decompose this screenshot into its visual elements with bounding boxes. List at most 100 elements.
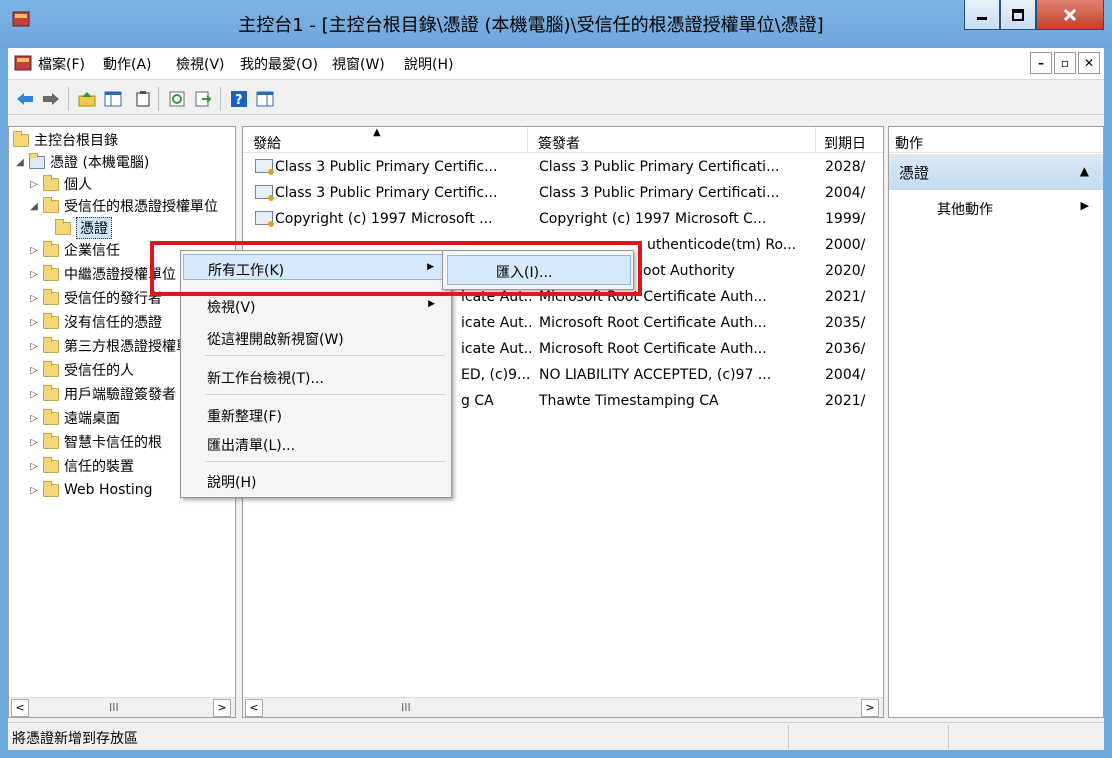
scroll-left-button[interactable]: <	[245, 699, 263, 717]
tree-item-enterprise-trust[interactable]: ▷ 企業信任	[27, 239, 120, 261]
table-row[interactable]: Class 3 Public Primary Certific... Class…	[243, 181, 883, 207]
tree-item-label: 憑證	[76, 217, 112, 239]
table-row[interactable]: Copyright (c) 1997 Microsoft ... Copyrig…	[243, 207, 883, 233]
menu-window[interactable]: 視窗(W)	[332, 54, 385, 74]
status-bar: 將憑證新增到存放區	[8, 722, 1104, 750]
tree-item-certificates-local[interactable]: ◢ 憑證 (本機電腦)	[13, 151, 149, 173]
collapsed-arrow-icon[interactable]: ▷	[27, 245, 41, 256]
tree-item-client-auth-issuers[interactable]: ▷ 用戶端驗證簽發者	[27, 383, 176, 405]
folder-icon	[13, 130, 29, 147]
tree-item-trusted-publishers[interactable]: ▷ 受信任的發行者	[27, 287, 162, 309]
menu-item-new-taskpad-view[interactable]: 新工作台檢視(T)...	[183, 363, 449, 389]
expanded-arrow-icon[interactable]: ◢	[27, 201, 41, 212]
more-actions-item[interactable]: 其他動作	[937, 199, 993, 219]
tree-item-label: 憑證 (本機電腦)	[50, 155, 150, 171]
minimize-button[interactable]	[964, 0, 1000, 30]
show-hide-tree-icon	[104, 91, 122, 107]
menu-file[interactable]: 檔案(F)	[38, 54, 85, 74]
collapsed-arrow-icon[interactable]: ▷	[27, 365, 41, 376]
menu-item-help[interactable]: 說明(H)	[183, 467, 449, 493]
column-header-issued-to[interactable]: 發給 ▲	[243, 127, 528, 153]
toolbar: ?	[8, 81, 1104, 115]
collapsed-arrow-icon[interactable]: ▷	[27, 179, 41, 190]
tree-item-smart-card-root[interactable]: ▷ 智慧卡信任的根	[27, 431, 162, 453]
context-menu: 所有工作(K) ▶ 檢視(V) ▶ 從這裡開啟新視窗(W) 新工作台檢視(T).…	[180, 250, 452, 498]
collapsed-arrow-icon[interactable]: ▷	[27, 269, 41, 280]
forward-button[interactable]	[40, 88, 62, 110]
scroll-left-button[interactable]: <	[11, 699, 29, 717]
actions-pane: 動作 憑證 ▲ 其他動作 ▶	[888, 126, 1104, 718]
actions-section-certificates[interactable]: 憑證 ▲	[889, 154, 1103, 190]
refresh-button[interactable]	[166, 88, 188, 110]
mdi-minimize-button[interactable]: –	[1030, 52, 1052, 74]
menu-item-label: 所有工作(K)	[208, 263, 285, 279]
menu-item-label: 新工作台檢視(T)...	[207, 371, 324, 387]
tree-item-trusted-devices[interactable]: ▷ 信任的裝置	[27, 455, 134, 477]
mdi-close-button[interactable]: ✕	[1078, 52, 1100, 74]
column-header-issued-by[interactable]: 簽發者	[528, 127, 816, 153]
scroll-right-button[interactable]: >	[861, 699, 879, 717]
collapsed-arrow-icon[interactable]: ▷	[27, 293, 41, 304]
scroll-thumb[interactable]: III	[109, 701, 119, 714]
tree-horizontal-scrollbar[interactable]: < III >	[9, 697, 235, 717]
menu-separator	[205, 355, 445, 356]
tree-root[interactable]: 主控台根目錄	[11, 129, 118, 151]
collapse-up-icon[interactable]: ▲	[1080, 164, 1089, 178]
column-header-label: 簽發者	[538, 136, 580, 152]
tree-item-trusted-people[interactable]: ▷ 受信任的人	[27, 359, 134, 381]
menu-item-new-window[interactable]: 從這裡開啟新視窗(W)	[183, 324, 449, 350]
collapsed-arrow-icon[interactable]: ▷	[27, 485, 41, 496]
menu-view[interactable]: 檢視(V)	[176, 54, 225, 74]
export-list-button[interactable]	[192, 88, 214, 110]
properties-button[interactable]	[132, 88, 154, 110]
expanded-arrow-icon[interactable]: ◢	[13, 157, 27, 168]
tree-item-certificates-selected[interactable]: 憑證	[53, 217, 112, 239]
collapsed-arrow-icon[interactable]: ▷	[27, 389, 41, 400]
console-document-icon[interactable]	[14, 54, 32, 72]
menu-action[interactable]: 動作(A)	[103, 54, 152, 74]
tree-item-web-hosting[interactable]: ▷ Web Hosting	[27, 479, 153, 501]
tree-item-remote-desktop[interactable]: ▷ 遠端桌面	[27, 407, 120, 429]
scroll-right-button[interactable]: >	[213, 699, 231, 717]
collapsed-arrow-icon[interactable]: ▷	[27, 413, 41, 424]
back-button[interactable]	[14, 88, 36, 110]
menu-item-export-list[interactable]: 匯出清單(L)...	[183, 430, 449, 456]
tree-item-untrusted[interactable]: ▷ 沒有信任的憑證	[27, 311, 162, 333]
tree-item-third-party-root[interactable]: ▷ 第三方根憑證授權單位	[27, 335, 204, 357]
tree-item-personal[interactable]: ▷ 個人	[27, 173, 92, 195]
list-horizontal-scrollbar[interactable]: < III >	[243, 697, 883, 717]
show-hide-console-tree-button[interactable]	[102, 88, 124, 110]
menu-item-refresh[interactable]: 重新整理(F)	[183, 401, 449, 427]
collapsed-arrow-icon[interactable]: ▷	[27, 437, 41, 448]
certificate-icon	[255, 211, 274, 227]
folder-icon	[43, 240, 59, 257]
column-header-expiration[interactable]: 到期日	[816, 127, 883, 153]
menu-bar: 檔案(F) 動作(A) 檢視(V) 我的最愛(O) 視窗(W) 說明(H) – …	[8, 48, 1104, 80]
show-hide-action-pane-button[interactable]	[254, 88, 276, 110]
menu-favorites[interactable]: 我的最愛(O)	[240, 54, 318, 74]
table-row[interactable]: Class 3 Public Primary Certific... Class…	[243, 155, 883, 181]
menu-item-all-tasks[interactable]: 所有工作(K) ▶	[183, 254, 449, 280]
title-bar[interactable]: 主控台1 - [主控台根目錄\憑證 (本機電腦)\受信任的根憑證授權單位\憑證]	[0, 0, 1112, 48]
menu-item-import[interactable]: 匯入(I)...	[447, 255, 631, 285]
tree-item-label: 企業信任	[64, 243, 120, 259]
folder-icon	[43, 174, 59, 191]
status-text: 將憑證新增到存放區	[12, 731, 138, 747]
tree-item-intermediate-ca[interactable]: ▷ 中繼憑證授權單位	[27, 263, 176, 285]
tree-item-label: 遠端桌面	[64, 411, 120, 427]
collapsed-arrow-icon[interactable]: ▷	[27, 317, 41, 328]
menu-help[interactable]: 說明(H)	[404, 54, 453, 74]
scroll-thumb[interactable]: III	[401, 701, 411, 714]
close-button[interactable]	[1036, 0, 1104, 30]
tree-item-trusted-root[interactable]: ◢ 受信任的根憑證授權單位	[27, 195, 218, 217]
help-button[interactable]: ?	[228, 88, 250, 110]
restore-icon: ▫	[1060, 56, 1070, 70]
up-folder-icon	[78, 92, 96, 107]
collapsed-arrow-icon[interactable]: ▷	[27, 341, 41, 352]
maximize-button[interactable]	[1000, 0, 1036, 30]
up-one-level-button[interactable]	[76, 88, 98, 110]
menu-item-view[interactable]: 檢視(V) ▶	[183, 292, 449, 318]
mdi-restore-button[interactable]: ▫	[1054, 52, 1076, 74]
collapsed-arrow-icon[interactable]: ▷	[27, 461, 41, 472]
mmc-app-icon[interactable]	[12, 10, 30, 28]
